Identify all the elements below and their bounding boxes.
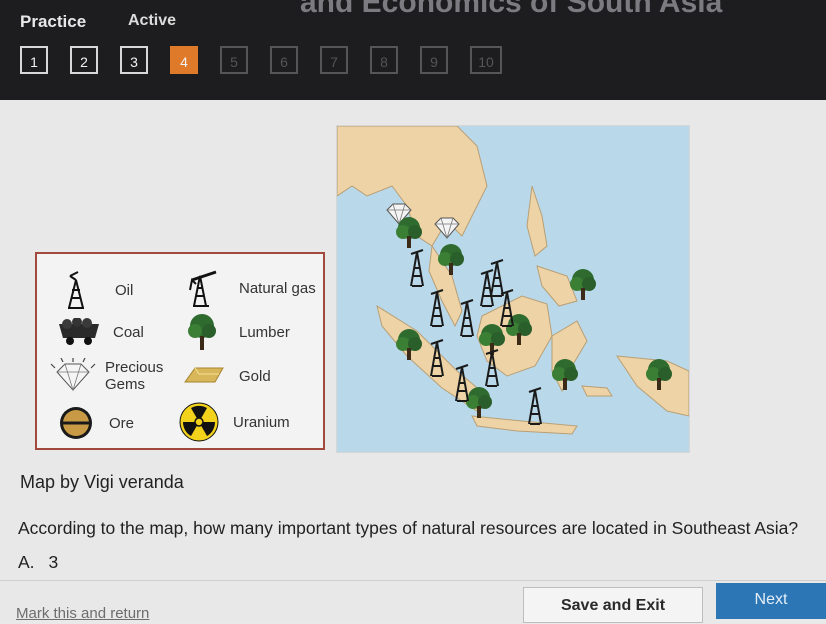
legend-label-lumber: Lumber [239,323,290,341]
ore-disc-icon [60,407,92,439]
legend-item-natural-gas: Natural gas [185,268,316,308]
legend-item-lumber: Lumber [187,312,290,352]
question-button-3[interactable]: 3 [120,46,148,74]
map-graphic [337,126,689,435]
map-legend: Oil Natural gas Coal Lumber Precious Gem… [35,252,325,450]
save-and-exit-button[interactable]: Save and Exit [523,587,703,623]
legend-item-ore: Ore [59,406,134,440]
answer-value: 3 [48,552,59,572]
legend-label-natural-gas: Natural gas [239,279,316,297]
legend-label-gold: Gold [239,367,271,385]
gas-derrick-icon [189,270,217,307]
tree-icon [188,314,216,350]
mark-and-return-link[interactable]: Mark this and return [16,605,149,622]
question-button-1[interactable]: 1 [20,46,48,74]
map-caption: Map by Vigi veranda [20,472,184,492]
question-content: Oil Natural gas Coal Lumber Precious Gem… [0,100,826,623]
southeast-asia-map [336,125,690,453]
legend-item-oil: Oil [63,270,133,310]
question-button-2[interactable]: 2 [70,46,98,74]
legend-item-gold: Gold [181,362,271,390]
answer-letter: A. [18,552,35,572]
legend-label-coal: Coal [113,323,144,341]
oil-derrick-icon [68,271,84,309]
legend-label-oil: Oil [115,281,134,299]
question-button-10[interactable]: 10 [470,46,502,74]
question-button-7[interactable]: 7 [320,46,348,74]
legend-label-precious-gems: Precious Gems [105,359,164,393]
question-button-5[interactable]: 5 [220,46,248,74]
next-button[interactable]: Next [716,583,826,619]
question-button-4[interactable]: 4 [170,46,198,74]
gold-bar-icon [184,367,224,383]
legend-label-ore: Ore [109,414,135,432]
page-title: and Economics of South Asia [300,0,723,19]
top-bar: and Economics of South Asia Practice Act… [0,0,826,100]
legend-item-uranium: Uranium [179,402,290,442]
mode-active[interactable]: Active [128,12,176,30]
answer-choice-a[interactable]: A. 3 [18,552,58,573]
mode-practice[interactable]: Practice [20,12,86,32]
legend-item-coal: Coal [57,318,144,346]
legend-item-precious-gems: Precious Gems [47,358,175,394]
question-button-9[interactable]: 9 [420,46,448,74]
coal-cart-icon [59,318,99,345]
radiation-icon [179,402,219,442]
question-button-8[interactable]: 8 [370,46,398,74]
diamond-icon [50,358,96,392]
question-button-6[interactable]: 6 [270,46,298,74]
legend-label-uranium: Uranium [233,413,290,431]
question-text: According to the map, how many important… [18,518,799,538]
footer-divider [0,580,826,581]
